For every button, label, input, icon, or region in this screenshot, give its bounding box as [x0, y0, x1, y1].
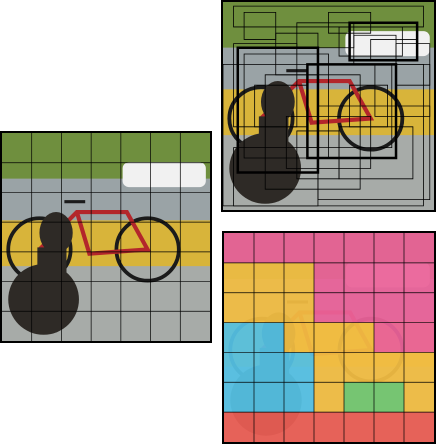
class-cell-red: [404, 412, 434, 442]
class-cell-green: [374, 382, 404, 413]
class-cell-pink: [374, 262, 404, 293]
dog-head: [39, 212, 73, 254]
class-cell-pink: [224, 233, 254, 263]
class-map-scene: [224, 233, 434, 442]
class-cell-cyan: [284, 382, 314, 413]
input-grid-image: [0, 131, 212, 343]
dog-chest: [258, 116, 289, 175]
class-cell-red: [254, 412, 284, 442]
class-cell-yellow: [284, 292, 314, 323]
class-cell-red: [374, 412, 404, 442]
class-cell-yellow: [314, 322, 344, 353]
class-cell-cyan: [254, 352, 284, 383]
class-cell-yellow: [374, 352, 404, 383]
class-cell-yellow: [224, 262, 254, 293]
class-cell-yellow: [254, 262, 284, 293]
class-cell-yellow: [284, 322, 314, 353]
class-cell-green: [344, 382, 374, 413]
class-cell-yellow: [404, 382, 434, 413]
class-cell-pink: [254, 233, 284, 263]
class-cell-yellow: [224, 292, 254, 323]
class-cell-red: [284, 412, 314, 442]
class-cell-pink: [314, 233, 344, 263]
class-cell-pink: [374, 233, 404, 263]
class-cell-yellow: [404, 352, 434, 383]
class-cell-pink: [344, 233, 374, 263]
class-cell-yellow: [254, 292, 284, 323]
class-cell-cyan: [254, 382, 284, 413]
grid-overlay-scene: [2, 133, 210, 341]
class-cell-yellow: [314, 382, 344, 413]
class-cell-pink: [314, 262, 344, 293]
class-cell-red: [344, 412, 374, 442]
class-cell-pink: [404, 262, 434, 293]
class-cell-pink: [314, 292, 344, 323]
class-cell-cyan: [254, 322, 284, 353]
class-cell-pink: [344, 262, 374, 293]
class-cell-yellow: [344, 352, 374, 383]
class-cell-pink: [344, 292, 374, 323]
class-cell-pink: [374, 322, 404, 353]
scene-photo: [2, 133, 210, 341]
bounding-box-predictions: [221, 0, 436, 212]
parked-car: [122, 162, 206, 188]
class-cell-cyan: [224, 352, 254, 383]
class-cell-pink: [404, 292, 434, 323]
dog-chest: [37, 247, 67, 306]
class-cell-red: [224, 412, 254, 442]
class-cell-cyan: [224, 382, 254, 413]
class-cell-yellow: [284, 262, 314, 293]
class-cell-red: [314, 412, 344, 442]
class-cell-pink: [374, 292, 404, 323]
boxes-overlay-scene: [223, 2, 434, 210]
class-cells: [224, 233, 434, 442]
class-cell-cyan: [224, 322, 254, 353]
class-cell-yellow: [314, 352, 344, 383]
class-cell-yellow: [344, 322, 374, 353]
class-cell-pink: [284, 233, 314, 263]
class-probability-map: [222, 231, 436, 444]
class-cell-pink: [404, 233, 434, 263]
class-cell-pink: [404, 322, 434, 353]
class-cell-cyan: [284, 352, 314, 383]
